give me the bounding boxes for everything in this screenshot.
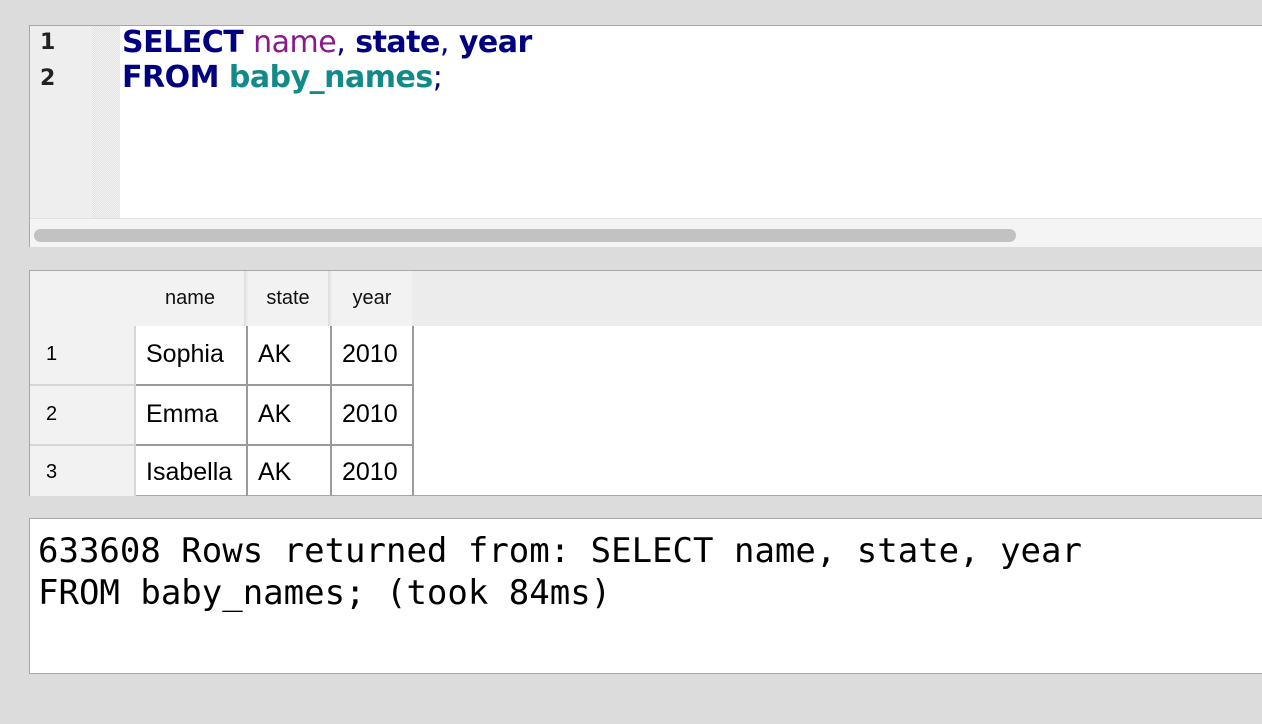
row-number[interactable]: 3 [30,446,136,496]
table-row[interactable]: 2 Emma AK 2010 [30,386,414,446]
cell-state[interactable]: AK [248,326,332,386]
sql-table-name: baby_names [228,60,433,95]
code-line-2[interactable]: FROM baby_names; [122,60,443,95]
cell-name[interactable]: Emma [136,386,248,446]
column-header-name[interactable]: name [136,271,246,326]
sql-semicolon: ; [432,60,443,95]
sql-column-state: state [355,25,440,60]
sql-column-name: name [253,25,337,60]
row-number[interactable]: 1 [30,326,136,386]
row-number[interactable]: 2 [30,386,136,446]
horizontal-scrollbar-thumb[interactable] [34,229,1016,242]
sql-keyword-from: FROM [122,60,219,95]
cell-state[interactable]: AK [248,386,332,446]
table-row[interactable]: 1 Sophia AK 2010 [30,326,414,386]
header-corner[interactable] [30,271,136,326]
sql-keyword-select: SELECT [122,25,244,60]
cell-name[interactable]: Isabella [136,446,248,496]
cell-state[interactable]: AK [248,446,332,496]
sql-column-year: year [458,25,532,60]
line-number: 1 [40,30,56,55]
line-number: 2 [40,66,56,91]
horizontal-scrollbar[interactable] [30,218,1262,247]
cell-year[interactable]: 2010 [332,326,414,386]
code-line-1[interactable]: SELECT name, state, year [122,26,532,60]
results-header: name state year [30,271,1262,326]
cell-name[interactable]: Sophia [136,326,248,386]
sql-editor[interactable]: 1 2 SELECT name, state, year FROM baby_n… [29,25,1262,247]
fold-margin[interactable] [92,26,120,218]
query-message-pane[interactable]: 633608 Rows returned from: SELECT name, … [29,518,1262,674]
sql-comma: , [336,25,346,60]
table-row[interactable]: 3 Isabella AK 2010 [30,446,414,496]
column-header-state[interactable]: state [248,271,330,326]
cell-year[interactable]: 2010 [332,386,414,446]
sql-comma: , [439,25,450,60]
line-number-gutter: 1 2 [30,26,92,218]
column-header-year[interactable]: year [332,271,412,326]
results-grid[interactable]: name state year 1 Sophia AK 2010 2 Emma … [29,270,1262,496]
cell-year[interactable]: 2010 [332,446,414,496]
query-status-message-continued: FROM baby_names; (took 84ms) [38,573,612,613]
query-status-message: 633608 Rows returned from: SELECT name, … [38,531,1082,571]
sql-query-app: 1 2 SELECT name, state, year FROM baby_n… [0,0,1262,724]
